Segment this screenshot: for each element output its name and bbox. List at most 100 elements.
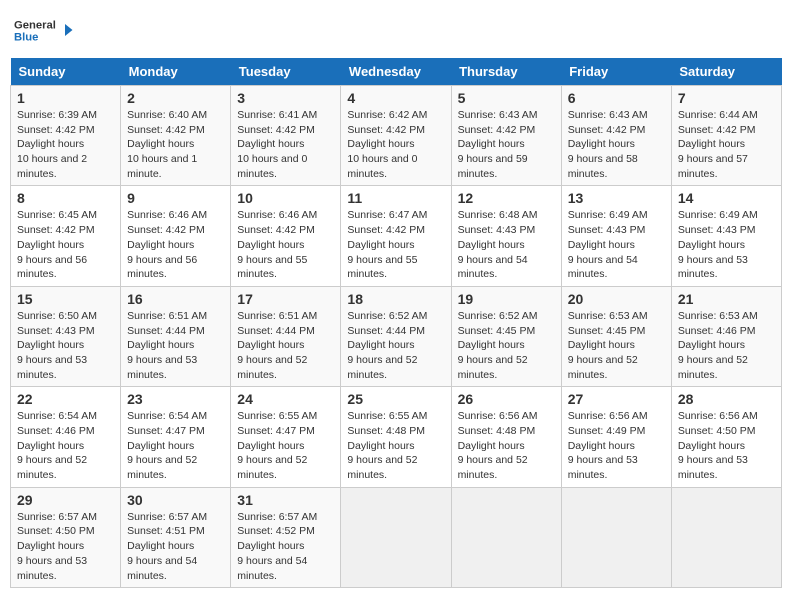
sunrise-label: Sunrise: 6:57 AM <box>17 511 97 523</box>
sunrise-label: Sunrise: 6:54 AM <box>127 410 207 422</box>
day-number: 24 <box>237 391 334 407</box>
col-header-saturday: Saturday <box>671 58 781 86</box>
daylight-label: Daylight hours <box>458 339 525 351</box>
day-number: 26 <box>458 391 555 407</box>
day-info: Sunrise: 6:46 AM Sunset: 4:42 PM Dayligh… <box>127 208 224 281</box>
sunrise-label: Sunrise: 6:52 AM <box>458 310 538 322</box>
day-info: Sunrise: 6:41 AM Sunset: 4:42 PM Dayligh… <box>237 108 334 181</box>
calendar-cell: 8 Sunrise: 6:45 AM Sunset: 4:42 PM Dayli… <box>11 186 121 286</box>
calendar-cell: 10 Sunrise: 6:46 AM Sunset: 4:42 PM Dayl… <box>231 186 341 286</box>
sunset-label: Sunset: 4:43 PM <box>458 224 536 236</box>
day-info: Sunrise: 6:57 AM Sunset: 4:50 PM Dayligh… <box>17 510 114 583</box>
svg-text:Blue: Blue <box>14 32 38 44</box>
day-info: Sunrise: 6:44 AM Sunset: 4:42 PM Dayligh… <box>678 108 775 181</box>
daylight-label: Daylight hours <box>127 540 194 552</box>
sunrise-label: Sunrise: 6:56 AM <box>678 410 758 422</box>
day-number: 21 <box>678 291 775 307</box>
sunset-label: Sunset: 4:42 PM <box>678 124 756 136</box>
daylight-duration: 9 hours and 52 minutes. <box>678 354 748 381</box>
calendar-cell: 30 Sunrise: 6:57 AM Sunset: 4:51 PM Dayl… <box>121 487 231 587</box>
sunrise-label: Sunrise: 6:49 AM <box>568 209 648 221</box>
calendar-cell: 1 Sunrise: 6:39 AM Sunset: 4:42 PM Dayli… <box>11 86 121 186</box>
sunset-label: Sunset: 4:43 PM <box>568 224 646 236</box>
sunrise-label: Sunrise: 6:44 AM <box>678 109 758 121</box>
day-info: Sunrise: 6:40 AM Sunset: 4:42 PM Dayligh… <box>127 108 224 181</box>
calendar-cell: 31 Sunrise: 6:57 AM Sunset: 4:52 PM Dayl… <box>231 487 341 587</box>
daylight-duration: 9 hours and 53 minutes. <box>678 454 748 481</box>
daylight-duration: 9 hours and 59 minutes. <box>458 153 528 180</box>
sunset-label: Sunset: 4:49 PM <box>568 425 646 437</box>
daylight-duration: 10 hours and 2 minutes. <box>17 153 87 180</box>
daylight-duration: 9 hours and 52 minutes. <box>237 354 307 381</box>
day-info: Sunrise: 6:43 AM Sunset: 4:42 PM Dayligh… <box>568 108 665 181</box>
day-info: Sunrise: 6:55 AM Sunset: 4:47 PM Dayligh… <box>237 409 334 482</box>
sunrise-label: Sunrise: 6:57 AM <box>127 511 207 523</box>
day-number: 6 <box>568 90 665 106</box>
day-number: 3 <box>237 90 334 106</box>
day-info: Sunrise: 6:45 AM Sunset: 4:42 PM Dayligh… <box>17 208 114 281</box>
calendar-table: SundayMondayTuesdayWednesdayThursdayFrid… <box>10 58 782 588</box>
day-info: Sunrise: 6:52 AM Sunset: 4:45 PM Dayligh… <box>458 309 555 382</box>
logo: General Blue <box>14 10 74 50</box>
daylight-label: Daylight hours <box>568 138 635 150</box>
daylight-label: Daylight hours <box>347 339 414 351</box>
sunset-label: Sunset: 4:42 PM <box>17 124 95 136</box>
day-number: 20 <box>568 291 665 307</box>
daylight-label: Daylight hours <box>678 239 745 251</box>
daylight-label: Daylight hours <box>678 138 745 150</box>
calendar-cell: 5 Sunrise: 6:43 AM Sunset: 4:42 PM Dayli… <box>451 86 561 186</box>
calendar-cell: 23 Sunrise: 6:54 AM Sunset: 4:47 PM Dayl… <box>121 387 231 487</box>
calendar-cell: 29 Sunrise: 6:57 AM Sunset: 4:50 PM Dayl… <box>11 487 121 587</box>
day-info: Sunrise: 6:56 AM Sunset: 4:49 PM Dayligh… <box>568 409 665 482</box>
day-info: Sunrise: 6:53 AM Sunset: 4:46 PM Dayligh… <box>678 309 775 382</box>
daylight-label: Daylight hours <box>237 239 304 251</box>
daylight-duration: 9 hours and 52 minutes. <box>458 354 528 381</box>
daylight-duration: 9 hours and 53 minutes. <box>17 354 87 381</box>
daylight-label: Daylight hours <box>17 239 84 251</box>
calendar-cell: 4 Sunrise: 6:42 AM Sunset: 4:42 PM Dayli… <box>341 86 451 186</box>
day-info: Sunrise: 6:56 AM Sunset: 4:48 PM Dayligh… <box>458 409 555 482</box>
sunset-label: Sunset: 4:42 PM <box>17 224 95 236</box>
sunset-label: Sunset: 4:43 PM <box>678 224 756 236</box>
calendar-cell: 7 Sunrise: 6:44 AM Sunset: 4:42 PM Dayli… <box>671 86 781 186</box>
sunset-label: Sunset: 4:51 PM <box>127 525 205 537</box>
daylight-duration: 9 hours and 57 minutes. <box>678 153 748 180</box>
day-info: Sunrise: 6:54 AM Sunset: 4:47 PM Dayligh… <box>127 409 224 482</box>
day-number: 15 <box>17 291 114 307</box>
daylight-label: Daylight hours <box>127 339 194 351</box>
calendar-week-row: 8 Sunrise: 6:45 AM Sunset: 4:42 PM Dayli… <box>11 186 782 286</box>
sunrise-label: Sunrise: 6:49 AM <box>678 209 758 221</box>
sunset-label: Sunset: 4:44 PM <box>127 325 205 337</box>
calendar-cell: 3 Sunrise: 6:41 AM Sunset: 4:42 PM Dayli… <box>231 86 341 186</box>
daylight-duration: 9 hours and 53 minutes. <box>568 454 638 481</box>
calendar-cell: 14 Sunrise: 6:49 AM Sunset: 4:43 PM Dayl… <box>671 186 781 286</box>
day-info: Sunrise: 6:54 AM Sunset: 4:46 PM Dayligh… <box>17 409 114 482</box>
sunrise-label: Sunrise: 6:57 AM <box>237 511 317 523</box>
daylight-duration: 9 hours and 52 minutes. <box>347 354 417 381</box>
sunrise-label: Sunrise: 6:40 AM <box>127 109 207 121</box>
daylight-duration: 9 hours and 56 minutes. <box>17 254 87 281</box>
daylight-label: Daylight hours <box>458 138 525 150</box>
day-info: Sunrise: 6:57 AM Sunset: 4:51 PM Dayligh… <box>127 510 224 583</box>
daylight-label: Daylight hours <box>347 239 414 251</box>
day-info: Sunrise: 6:47 AM Sunset: 4:42 PM Dayligh… <box>347 208 444 281</box>
daylight-label: Daylight hours <box>127 440 194 452</box>
day-number: 7 <box>678 90 775 106</box>
sunrise-label: Sunrise: 6:45 AM <box>17 209 97 221</box>
daylight-label: Daylight hours <box>17 339 84 351</box>
sunrise-label: Sunrise: 6:53 AM <box>678 310 758 322</box>
sunset-label: Sunset: 4:42 PM <box>127 224 205 236</box>
day-number: 17 <box>237 291 334 307</box>
day-number: 28 <box>678 391 775 407</box>
daylight-label: Daylight hours <box>17 138 84 150</box>
daylight-label: Daylight hours <box>568 440 635 452</box>
daylight-label: Daylight hours <box>237 440 304 452</box>
sunset-label: Sunset: 4:50 PM <box>17 525 95 537</box>
sunset-label: Sunset: 4:50 PM <box>678 425 756 437</box>
calendar-cell: 16 Sunrise: 6:51 AM Sunset: 4:44 PM Dayl… <box>121 286 231 386</box>
sunset-label: Sunset: 4:42 PM <box>237 224 315 236</box>
calendar-cell: 11 Sunrise: 6:47 AM Sunset: 4:42 PM Dayl… <box>341 186 451 286</box>
sunrise-label: Sunrise: 6:55 AM <box>347 410 427 422</box>
calendar-cell: 27 Sunrise: 6:56 AM Sunset: 4:49 PM Dayl… <box>561 387 671 487</box>
daylight-duration: 9 hours and 58 minutes. <box>568 153 638 180</box>
